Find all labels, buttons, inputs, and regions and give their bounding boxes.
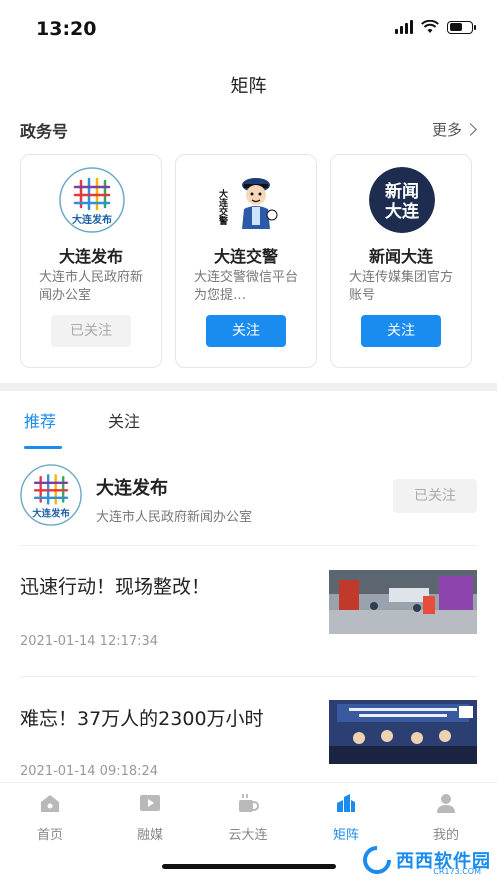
section-title: 政务号: [20, 122, 69, 141]
card-name: 新闻大连: [368, 247, 433, 266]
video-icon: [140, 795, 160, 811]
more-link[interactable]: 更多: [431, 119, 477, 140]
battery-icon: [447, 20, 476, 34]
status-time: 13:20: [36, 18, 97, 40]
nav-home[interactable]: 首页: [20, 791, 80, 843]
follow-button[interactable]: 关注: [361, 315, 441, 347]
status-bar: 13:20: [0, 0, 497, 60]
traffic-police-logo: 大连交警: [214, 167, 280, 233]
card-desc: 大连交警微信平台为您提…: [194, 270, 299, 303]
tab-following[interactable]: 关注: [108, 408, 140, 432]
account-desc: 大连市人民政府新闻办公室: [96, 510, 253, 525]
news-title: 难忘！37万人的2300万小时: [20, 708, 264, 730]
gov-account-cards: 大连发布 大连发布 大连市人民政府新闻办公室 已关注 大连交警 大连交警 大连交…: [20, 154, 472, 368]
nav-label: 首页: [36, 828, 63, 843]
divider: [20, 676, 477, 677]
nav-label: 矩阵: [332, 828, 359, 843]
content-tabs: 推荐 关注: [24, 408, 140, 432]
nav-label: 融媒: [136, 828, 163, 843]
chevron-right-icon: [464, 123, 477, 136]
card-desc: 大连传媒集团官方账号: [349, 270, 454, 303]
page-title: 矩阵: [230, 76, 267, 97]
home-icon: [41, 795, 59, 812]
logo-text: 大连发布: [72, 213, 112, 226]
logo-text: 新闻: [385, 181, 419, 202]
account-name: 大连发布: [96, 478, 168, 499]
status-icons: [395, 20, 476, 34]
news-title: 迅速行动！现场整改！: [20, 576, 211, 598]
nav-media[interactable]: 融媒: [120, 791, 180, 843]
card-name: 大连交警: [213, 247, 278, 266]
home-indicator: [162, 864, 336, 869]
nav-cloud-dalian[interactable]: 云大连: [218, 791, 278, 843]
news-item[interactable]: 难忘！37万人的2300万小时 2021-01-14 09:18:24: [20, 700, 477, 780]
follow-button[interactable]: 关注: [206, 315, 286, 347]
coffee-cup-icon: [239, 794, 260, 812]
section-divider: [0, 383, 497, 391]
logo-text: 大连交警: [217, 188, 228, 226]
logo-text: 大连发布: [32, 508, 70, 520]
dalian-fabu-logo: 大连发布: [20, 464, 82, 526]
news-item[interactable]: 迅速行动！现场整改！ 2021-01-14 12:17:34: [20, 570, 477, 660]
news-time: 2021-01-14 09:18:24: [20, 764, 159, 779]
tab-recommend[interactable]: 推荐: [24, 408, 56, 432]
card-desc: 大连市人民政府新闻办公室: [39, 270, 144, 303]
watermark: 西西软件园 CR173.COM: [362, 845, 491, 876]
news-thumbnail: [329, 570, 477, 634]
news-thumbnail: [329, 700, 477, 764]
more-label: 更多: [431, 121, 462, 139]
watermark-logo-icon: [363, 846, 391, 874]
divider: [20, 545, 477, 546]
gov-card[interactable]: 新闻 大连 新闻大连 大连传媒集团官方账号 关注: [330, 154, 472, 368]
card-name: 大连发布: [58, 247, 123, 266]
logo-text: 大连: [385, 201, 420, 222]
news-time: 2021-01-14 12:17:34: [20, 634, 159, 649]
nav-matrix[interactable]: 矩阵: [316, 791, 376, 843]
active-tab-indicator: [24, 446, 62, 449]
dalian-fabu-logo: 大连发布: [59, 167, 125, 233]
nav-profile[interactable]: 我的: [416, 791, 476, 843]
wifi-icon: [421, 20, 439, 33]
followed-button[interactable]: 已关注: [393, 479, 477, 513]
cellular-signal-icon: [395, 20, 413, 34]
followed-button[interactable]: 已关注: [51, 315, 131, 347]
nav-label: 我的: [432, 828, 459, 843]
gov-card[interactable]: 大连交警 大连交警 大连交警微信平台为您提… 关注: [175, 154, 317, 368]
user-icon: [437, 794, 455, 813]
watermark-sub: CR173.COM: [433, 867, 481, 876]
buildings-icon: [337, 794, 355, 812]
news-dalian-logo: 新闻 大连: [369, 167, 435, 233]
account-row[interactable]: 大连发布 大连发布 大连市人民政府新闻办公室 已关注: [20, 464, 477, 528]
nav-label: 云大连: [228, 828, 268, 843]
gov-card[interactable]: 大连发布 大连发布 大连市人民政府新闻办公室 已关注: [20, 154, 162, 368]
